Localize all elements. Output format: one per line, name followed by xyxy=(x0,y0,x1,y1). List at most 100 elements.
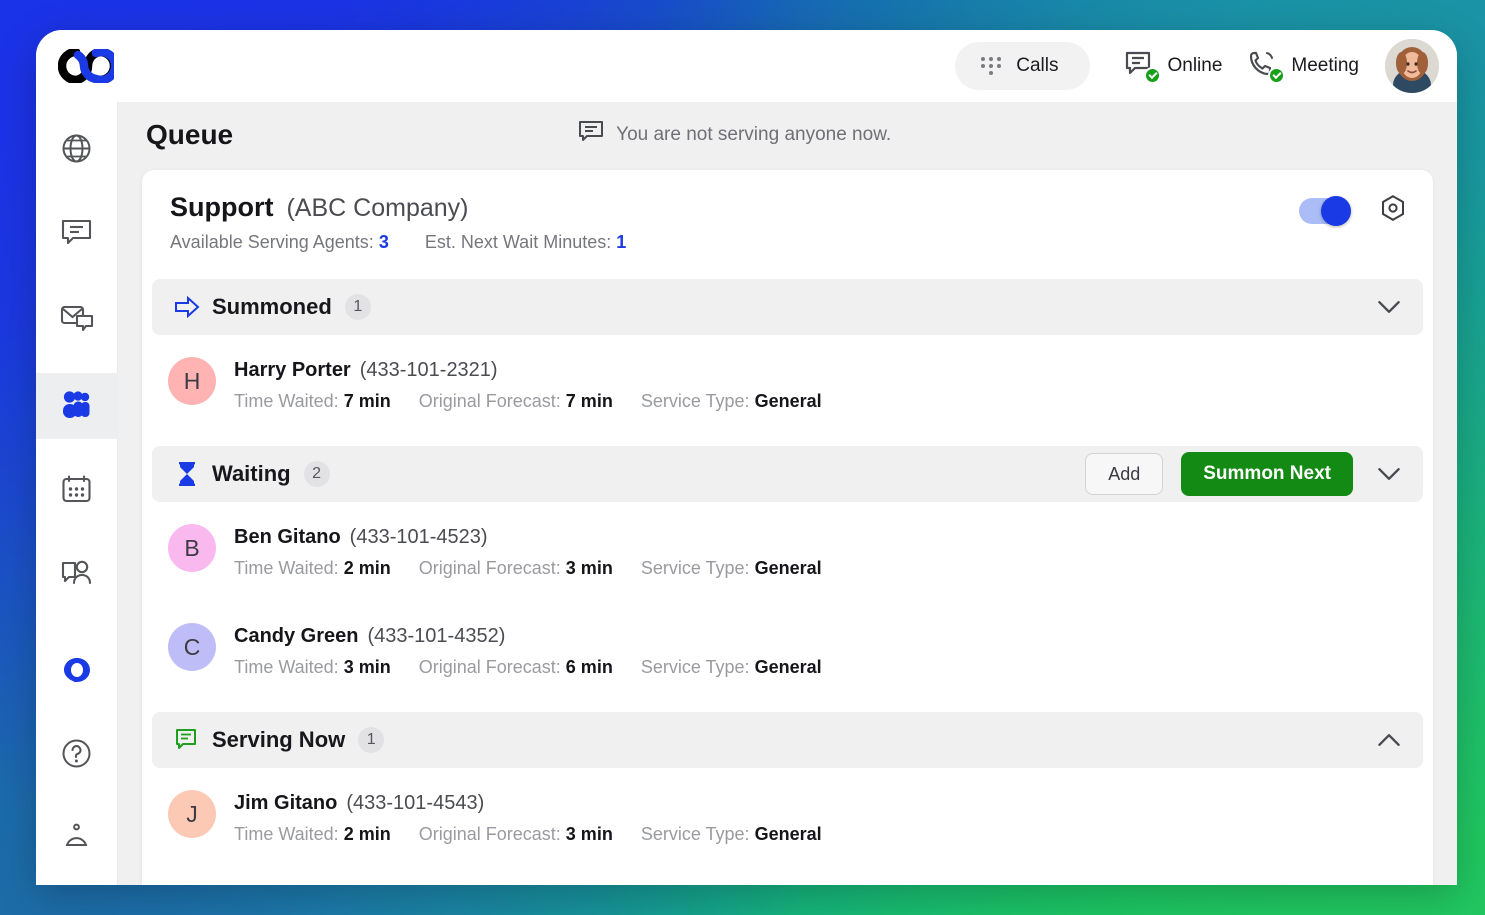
person-service-type: Service Type: General xyxy=(641,391,822,412)
service-type-label: Service Type: xyxy=(640,824,750,844)
add-button[interactable]: Add xyxy=(1085,453,1164,495)
person-avatar: B xyxy=(168,524,216,572)
section-count: 1 xyxy=(344,294,371,320)
page-header: Queue You are not serving anyone now. xyxy=(118,102,1457,168)
person-name: Harry Porter xyxy=(234,359,351,381)
chat-status-icon xyxy=(1124,50,1162,84)
queue-settings-icon[interactable] xyxy=(1379,194,1407,227)
est-wait-value: 1 xyxy=(616,232,627,252)
queue-sections: Summoned 1 H Harry Porter (433-101-2321) Time… xyxy=(142,279,1433,867)
section-count: 2 xyxy=(303,461,330,487)
support-chat-icon xyxy=(60,558,94,595)
section-header-waiting[interactable]: Waiting 2 Add Summon Next xyxy=(152,446,1423,502)
phone-status-icon xyxy=(1248,50,1286,84)
section-title: Summoned xyxy=(212,294,332,319)
original-forecast-value: 3 min xyxy=(565,558,613,578)
sidebar-item-contacts[interactable] xyxy=(36,373,118,439)
user-avatar[interactable] xyxy=(1385,39,1439,93)
time-waited-value: 7 min xyxy=(343,391,391,411)
person-service-type: Service Type: General xyxy=(641,657,822,678)
person-name: Candy Green xyxy=(234,625,359,647)
main-content: Queue You are not serving anyone now. Su… xyxy=(118,102,1457,885)
person-service-type: Service Type: General xyxy=(641,824,822,845)
sidebar xyxy=(36,102,118,885)
service-type-label: Service Type: xyxy=(640,391,750,411)
person-time-waited: Time Waited: 2 min xyxy=(234,824,391,845)
time-waited-label: Time Waited: xyxy=(234,657,339,677)
serving-status-text: You are not serving anyone now. xyxy=(616,124,892,145)
person-list-waiting: B Ben Gitano (433-101-4523) Time Waited: 2 … xyxy=(142,502,1433,700)
section-collapse-toggle[interactable] xyxy=(1377,466,1401,482)
sidebar-bottom xyxy=(36,643,118,885)
person-phone: (433-101-4523) xyxy=(349,526,488,548)
app-logo[interactable] xyxy=(58,49,124,83)
serving-status-icon xyxy=(578,120,604,150)
online-label: Online xyxy=(1167,55,1223,76)
person-phone: (433-101-2321) xyxy=(359,359,498,381)
original-forecast-value: 3 min xyxy=(565,824,613,844)
sidebar-item-assistant[interactable] xyxy=(36,643,118,709)
sidebar-item-help[interactable] xyxy=(36,723,118,789)
arrow-right-icon xyxy=(174,296,200,318)
online-check-badge xyxy=(1144,67,1162,84)
sidebar-item-calendar[interactable] xyxy=(36,458,118,524)
queue-person-row[interactable]: H Harry Porter (433-101-2321) Time Waited: … xyxy=(152,335,1423,434)
service-type-value: General xyxy=(754,391,822,411)
sidebar-item-mail[interactable] xyxy=(36,288,118,354)
available-agents-value: 3 xyxy=(378,232,389,252)
person-service-type: Service Type: General xyxy=(641,558,822,579)
status-meeting[interactable]: Meeting xyxy=(1248,50,1359,84)
queue-name: Support xyxy=(170,192,274,222)
available-agents-stat: Available Serving Agents: 3 xyxy=(170,232,389,253)
person-phone: (433-101-4352) xyxy=(367,625,506,647)
service-type-value: General xyxy=(754,657,822,677)
person-avatar: C xyxy=(168,623,216,671)
section-title: Waiting xyxy=(212,461,291,486)
person-phone: (433-101-4543) xyxy=(346,792,485,814)
queue-header-controls xyxy=(1299,194,1407,227)
calls-label: Calls xyxy=(1016,55,1059,76)
sidebar-item-globe[interactable] xyxy=(36,118,118,184)
queue-enabled-toggle[interactable] xyxy=(1299,195,1351,226)
person-original-forecast: Original Forecast: 3 min xyxy=(419,558,613,579)
hourglass-icon xyxy=(174,462,200,486)
queue-person-row[interactable]: B Ben Gitano (433-101-4523) Time Waited: 2 … xyxy=(152,502,1423,601)
original-forecast-label: Original Forecast: xyxy=(418,657,561,677)
sidebar-item-chat[interactable] xyxy=(36,203,118,269)
summon-next-button[interactable]: Summon Next xyxy=(1181,452,1353,496)
service-type-label: Service Type: xyxy=(640,558,750,578)
queue-person-row[interactable]: J Jim Gitano (433-101-4543) Time Waited: 2 … xyxy=(152,768,1423,867)
original-forecast-label: Original Forecast: xyxy=(418,391,561,411)
service-type-label: Service Type: xyxy=(640,657,750,677)
person-time-waited: Time Waited: 2 min xyxy=(234,558,391,579)
calls-button[interactable]: Calls xyxy=(955,42,1091,90)
section-header-serving-now[interactable]: Serving Now 1 xyxy=(152,712,1423,768)
person-list-serving-now: J Jim Gitano (433-101-4543) Time Waited: 2 … xyxy=(142,768,1433,867)
help-icon xyxy=(61,738,92,774)
section-collapse-toggle[interactable] xyxy=(1377,299,1401,315)
original-forecast-label: Original Forecast: xyxy=(418,558,561,578)
time-waited-label: Time Waited: xyxy=(234,824,339,844)
person-original-forecast: Original Forecast: 6 min xyxy=(419,657,613,678)
person-original-forecast: Original Forecast: 7 min xyxy=(419,391,613,412)
section-title: Serving Now xyxy=(212,727,346,752)
section-header-summoned[interactable]: Summoned 1 xyxy=(152,279,1423,335)
person-name: Jim Gitano xyxy=(234,792,338,814)
sidebar-item-more[interactable] xyxy=(36,803,118,869)
contacts-icon xyxy=(60,389,94,424)
status-online[interactable]: Online xyxy=(1124,50,1223,84)
original-forecast-value: 7 min xyxy=(565,391,613,411)
chat-icon xyxy=(60,218,93,254)
queue-card: Support (ABC Company) Available Serving … xyxy=(142,170,1433,885)
time-waited-value: 2 min xyxy=(343,558,391,578)
person-original-forecast: Original Forecast: 3 min xyxy=(419,824,613,845)
queue-company: (ABC Company) xyxy=(286,194,469,222)
queue-person-row[interactable]: C Candy Green (433-101-4352) Time Waited: 3… xyxy=(152,601,1423,700)
section-collapse-toggle[interactable] xyxy=(1377,732,1401,748)
person-name: Ben Gitano xyxy=(234,526,341,548)
calendar-icon xyxy=(61,474,92,509)
time-waited-label: Time Waited: xyxy=(234,558,339,578)
sidebar-item-support-chat[interactable] xyxy=(36,543,118,609)
body: Queue You are not serving anyone now. Su… xyxy=(36,102,1457,885)
mail-icon xyxy=(60,303,94,340)
